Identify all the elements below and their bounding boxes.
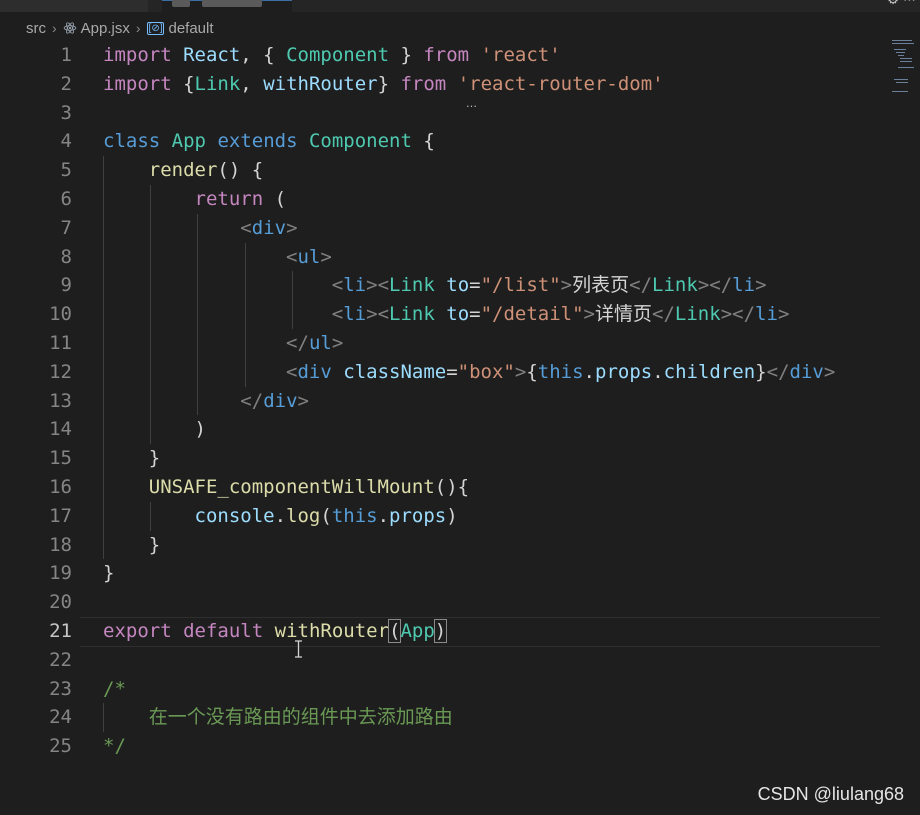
code-line[interactable]: 3 [0,99,890,128]
line-number: 21 [49,619,72,642]
code-text: } [103,562,115,585]
code-text: </div> [240,389,309,412]
code-line[interactable]: 4 class App extends Component { [0,127,890,156]
code-line[interactable]: 8 <ul> [0,242,890,272]
code-line[interactable]: 24 在一个没有路由的组件中去添加路由 [0,703,890,733]
code-text: export default withRouter(App) [103,618,448,643]
line-number: 7 [60,216,72,239]
editor-tab-active[interactable] [162,0,292,12]
line-number: 13 [49,389,72,412]
breadcrumb-symbol[interactable]: [⊘] default [146,20,214,37]
line-number: 12 [49,360,72,383]
breadcrumb: src › App.jsx › [⊘] default [0,14,920,42]
hover-ellipsis-icon: … [466,97,478,110]
code-text: <div> [240,216,298,239]
code-line[interactable]: 11 </ul> [0,328,890,358]
editor-tab-strip: ⚙ ⋯ [0,0,920,12]
react-icon [63,22,76,34]
split-editor-icon[interactable]: ⚙ ⋯ [887,0,916,8]
code-line[interactable]: 19} [0,559,890,588]
watermark: CSDN @liulang68 [757,784,904,804]
code-line[interactable]: 22 [0,646,890,675]
code-line[interactable]: 25 */ [0,732,890,761]
code-text: } [103,447,161,470]
chevron-right-icon: › [52,20,57,36]
code-line[interactable]: 23 /* [0,675,890,704]
code-text: import {Link, withRouter} from 'react-ro… [103,72,664,95]
line-number: 1 [60,44,72,66]
code-line[interactable]: 2 import {Link, withRouter} from 'react-r… [0,70,890,99]
code-line[interactable]: 18 } [0,530,890,560]
line-number: 17 [49,504,72,527]
code-text: console.log(this.props) [194,504,458,527]
code-text: /* [103,677,126,700]
code-line[interactable]: 13 </div> [0,386,890,416]
line-number: 25 [49,735,72,758]
code-line[interactable]: 5 render() { [0,156,890,185]
line-number: 23 [49,677,72,700]
code-text: } [103,533,161,556]
code-text: <li><Link to="/list">列表页</Link></li> [331,274,767,297]
line-number: 18 [49,533,72,556]
line-number: 6 [60,187,72,210]
code-line[interactable]: 21 export default withRouter(App) [0,616,890,647]
code-line[interactable]: 15 } [0,444,890,473]
line-number: 14 [49,418,72,441]
breadcrumb-file[interactable]: App.jsx [63,20,130,37]
line-number: 11 [49,331,72,354]
line-number: 3 [60,101,72,124]
code-line[interactable]: 16 UNSAFE_componentWillMount(){ [0,472,890,502]
code-text: import React, { Component } from 'react' [103,44,561,66]
code-text: ) [103,418,206,441]
editor-tab-previous[interactable] [0,0,148,12]
text-cursor-icon [295,640,302,658]
tab-icon-fragment [172,0,190,7]
code-line[interactable]: 6 return ( [0,184,890,214]
symbol-variable-icon: [⊘] [146,21,165,35]
code-text: </ul> [286,331,344,354]
line-number: 8 [60,245,72,268]
code-text: return ( [194,187,287,210]
tab-label-fragment [202,0,262,7]
line-number: 19 [49,562,72,585]
code-line[interactable]: 14 ) [0,415,890,445]
line-number: 9 [60,274,72,297]
line-number: 16 [49,475,72,498]
code-line[interactable]: 20 [0,588,890,617]
code-text: UNSAFE_componentWillMount(){ [148,475,470,498]
code-editor[interactable]: 1 import React, { Component } from 'react… [0,41,890,761]
code-text: */ [103,735,126,758]
code-text: <div className="box">{this.props.childre… [286,360,836,383]
code-text: <ul> [286,245,332,268]
code-text: 在一个没有路由的组件中去添加路由 [148,706,453,729]
code-line[interactable]: 1 import React, { Component } from 'react… [0,41,890,70]
line-number: 24 [49,706,72,729]
code-line[interactable]: 12 <div className="box">{this.props.chil… [0,357,890,387]
line-number: 4 [60,130,72,153]
code-line[interactable]: 10 <li><Link to="/detail">详情页</Link></li… [0,300,890,329]
code-text: class App extends Component { [103,130,435,153]
code-line[interactable]: 17 console.log(this.props) [0,501,890,531]
line-number: 15 [49,447,72,470]
line-number: 10 [49,303,72,326]
code-line[interactable]: 9 <li><Link to="/list">列表页</Link></li> [0,271,890,301]
line-number: 22 [49,648,72,671]
chevron-right-icon: › [135,20,141,36]
line-number: 20 [49,591,72,614]
line-number: 5 [60,159,72,182]
code-text: <li><Link to="/detail">详情页</Link></li> [331,303,790,326]
breadcrumb-folder[interactable]: src [26,20,46,37]
code-line[interactable]: 7 <div> [0,213,890,243]
code-text: render() { [148,159,264,182]
minimap[interactable] [892,40,916,100]
line-number: 2 [60,72,72,95]
